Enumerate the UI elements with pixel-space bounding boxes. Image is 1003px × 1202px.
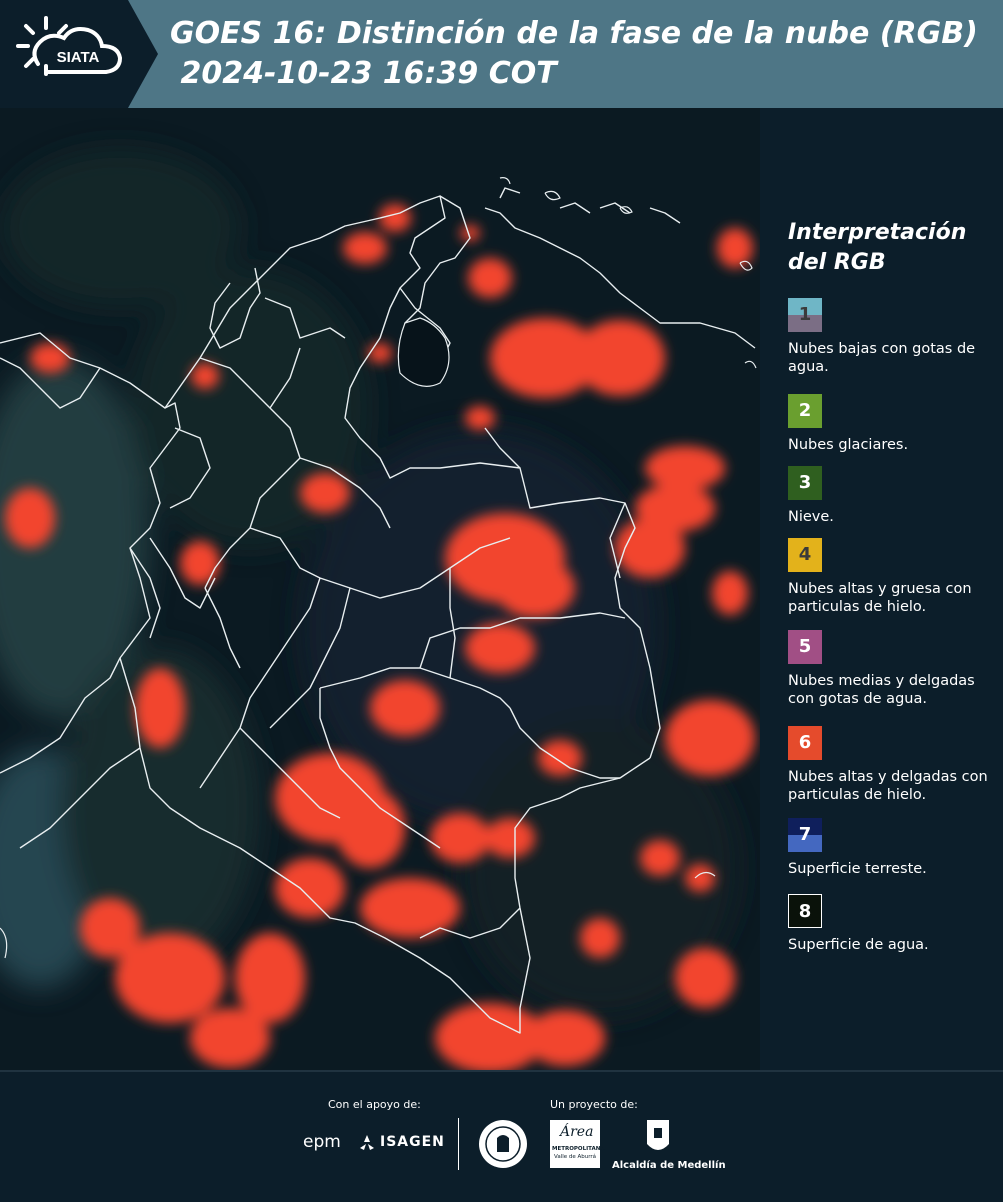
area-logo-line1: Área — [560, 1124, 594, 1140]
legend-label-5: Nubes medias y delgadas con gotas de agu… — [788, 673, 975, 707]
area-logo-line3: Valle de Aburrá — [554, 1154, 597, 1160]
legend-panel: Interpretación del RGB 1 Nubes bajas con… — [760, 108, 1003, 1070]
isagen-logo: ISAGEN — [380, 1134, 445, 1150]
page-title: GOES 16: Distinción de la fase de la nub… — [170, 14, 978, 94]
support-label: Con el apoyo de: — [328, 1098, 421, 1111]
area-metropolitana-logo: Área METROPOLITANA Valle de Aburrá — [550, 1120, 605, 1168]
legend-label-4: Nubes altas y gruesa con particulas de h… — [788, 581, 972, 615]
legend-swatch-6: 6 — [788, 726, 822, 760]
legend-label-8: Superficie de agua. — [788, 937, 929, 953]
satellite-image — [0, 108, 760, 1070]
medellin-shield-icon — [647, 1120, 669, 1150]
footer: Con el apoyo de: Un proyecto de: epm ISA… — [0, 1070, 1003, 1202]
project-label: Un proyecto de: — [550, 1098, 638, 1111]
siata-logo: SIATA — [0, 0, 158, 108]
title-line-2: 2024-10-23 16:39 COT — [170, 56, 557, 91]
legend-label-1: Nubes bajas con gotas de agua. — [788, 341, 976, 375]
area-logo-line2: METROPOLITANA — [552, 1146, 605, 1152]
legend-label-2: Nubes glaciares. — [788, 437, 909, 453]
legend-swatch-4: 4 — [788, 538, 822, 572]
legend-swatch-3: 3 — [788, 466, 822, 500]
legend-title: Interpretación del RGB — [788, 220, 967, 275]
legend-swatch-5: 5 — [788, 630, 822, 664]
legend-swatch-8: 8 — [788, 894, 822, 928]
legend-label-3: Nieve. — [788, 509, 834, 525]
legend-swatch-1: 1 — [788, 298, 822, 332]
isagen-icon — [360, 1135, 374, 1150]
legend-swatch-7: 7 — [788, 818, 822, 852]
header-bar: SIATA GOES 16: Distinción de la fase de … — [0, 0, 1003, 108]
legend-item-8: 8 Superficie de agua. — [788, 894, 998, 954]
footer-divider — [458, 1118, 459, 1170]
legend-item-1: 1 Nubes bajas con gotas de agua. — [788, 298, 998, 376]
legend-item-2: 2 Nubes glaciares. — [788, 394, 998, 454]
svg-text:SIATA: SIATA — [57, 49, 100, 66]
legend-swatch-2: 2 — [788, 394, 822, 428]
legend-label-6: Nubes altas y delgadas con particulas de… — [788, 769, 988, 803]
legend-item-5: 5 Nubes medias y delgadas con gotas de a… — [788, 630, 998, 708]
legend-label-7: Superficie terreste. — [788, 861, 927, 877]
title-line-1: GOES 16: Distinción de la fase de la nub… — [170, 16, 978, 51]
alcaldia-label: Alcaldía de Medellín — [612, 1160, 726, 1171]
epm-logo: epm — [303, 1132, 341, 1152]
legend-item-7: 7 Superficie terreste. — [788, 818, 998, 878]
legend-item-6: 6 Nubes altas y delgadas con particulas … — [788, 726, 998, 804]
seal-icon — [479, 1120, 527, 1168]
satellite-map[interactable] — [0, 108, 760, 1070]
legend-item-3: 3 Nieve. — [788, 466, 998, 526]
legend-item-4: 4 Nubes altas y gruesa con particulas de… — [788, 538, 998, 616]
